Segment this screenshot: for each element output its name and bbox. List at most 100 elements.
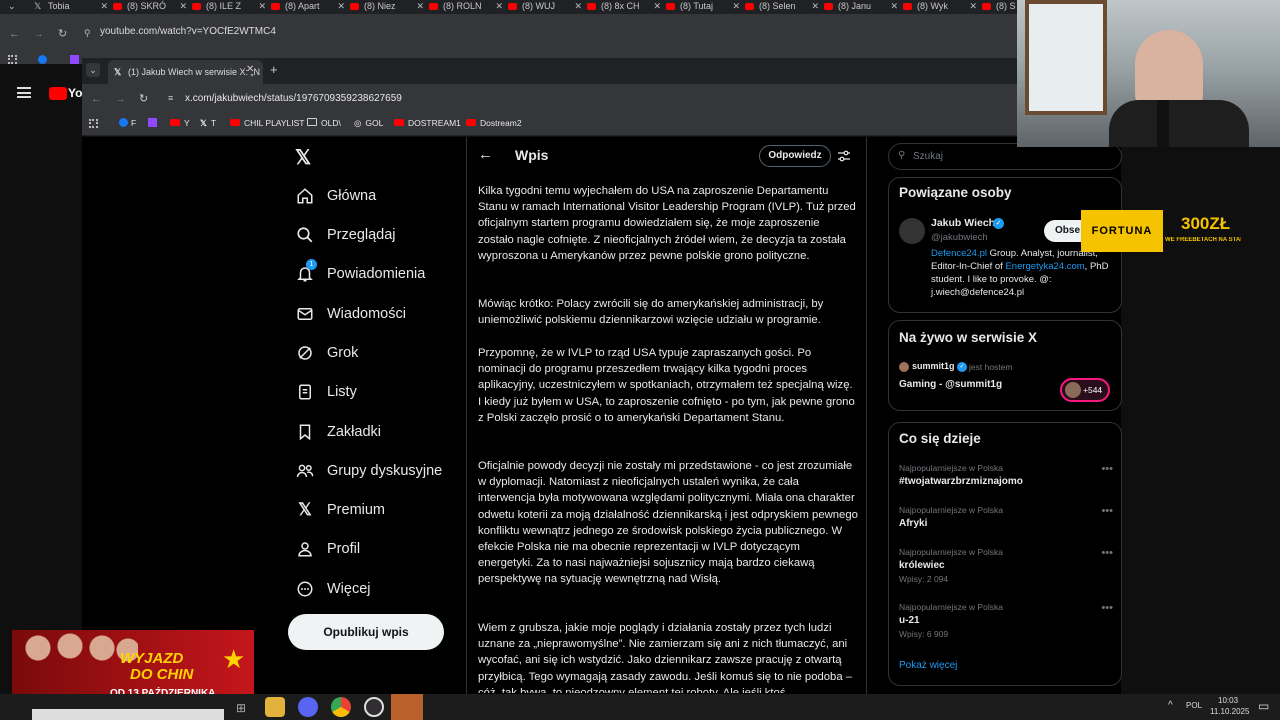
tray-date[interactable]: 11.10.2025	[1210, 707, 1249, 716]
outer-address-bar[interactable]: youtube.com/watch?v=YOCfE2WTMC4	[100, 26, 276, 37]
outer-tab[interactable]: (8) SKRÓ ✕	[111, 0, 187, 14]
youtube-logo-icon[interactable]	[49, 87, 67, 100]
outer-tab[interactable]: (8) 8x CH ✕	[585, 0, 661, 14]
taskbar-app-icon[interactable]	[391, 694, 423, 720]
taskbar-explorer-icon[interactable]	[265, 697, 285, 717]
tab-close-icon[interactable]: ✕	[969, 0, 977, 13]
outer-tab[interactable]: (8) Selen ✕	[743, 0, 819, 14]
youtube-menu-icon[interactable]	[17, 87, 31, 98]
outer-tab[interactable]: (8) ILE Z ✕	[190, 0, 266, 14]
more-options-icon[interactable]: •••	[1101, 547, 1113, 559]
post-button[interactable]: Opublikuj wpis	[288, 614, 444, 650]
bookmark-twitch[interactable]	[148, 118, 157, 128]
bookmark-dostream1[interactable]: DOSTREAM1	[394, 118, 461, 128]
taskbar-discord-icon[interactable]	[298, 697, 318, 717]
bio-link[interactable]: Energetyka24.com	[1005, 261, 1084, 272]
search-input[interactable]: Szukaj	[888, 143, 1122, 170]
nav-profile[interactable]: Profil	[296, 534, 360, 564]
bookmark-t[interactable]: 𝕏T	[200, 118, 216, 129]
back-arrow-icon[interactable]: ←	[478, 146, 493, 163]
nav-grok[interactable]: Grok	[296, 338, 358, 368]
home-icon	[296, 187, 314, 205]
tab-close-icon[interactable]: ✕	[416, 0, 424, 13]
taskbar-search[interactable]	[32, 709, 224, 720]
tray-language[interactable]: POL	[1186, 701, 1202, 710]
nav-premium[interactable]: 𝕏 Premium	[296, 495, 385, 525]
outer-tab[interactable]: (8) Tutaj ✕	[664, 0, 740, 14]
inner-tab-close-icon[interactable]: ✕	[246, 64, 254, 75]
outer-tab[interactable]: (8) WUJ ✕	[506, 0, 582, 14]
inner-apps-icon[interactable]	[89, 119, 98, 128]
taskbar-files-icon[interactable]: ⊞	[236, 701, 246, 715]
show-more-link[interactable]: Pokaż więcej	[899, 660, 957, 671]
nav-lists[interactable]: Listy	[296, 377, 357, 407]
bookmark-f[interactable]: F	[119, 118, 136, 128]
nav-notifications[interactable]: 1 Powiadomienia	[296, 259, 425, 289]
filter-icon[interactable]	[838, 149, 850, 162]
bookmark-dostream2[interactable]: Dostream2	[466, 118, 522, 128]
taskbar-chrome-icon[interactable]	[331, 697, 351, 717]
bookmark-label: CHIL PLAYLIST	[244, 118, 305, 128]
tab-close-icon[interactable]: ✕	[574, 0, 582, 13]
more-options-icon[interactable]: •••	[1101, 602, 1113, 614]
tab-close-icon[interactable]: ✕	[179, 0, 187, 13]
bookmark-y[interactable]: Y	[170, 118, 190, 128]
person-name[interactable]: Jakub Wiech	[931, 217, 995, 229]
trend-item[interactable]: Najpopularniejsze w Polska Afryki •••	[899, 505, 1113, 529]
bio-link[interactable]: Defence24.pl	[931, 248, 987, 259]
more-options-icon[interactable]: •••	[1101, 505, 1113, 517]
tab-close-icon[interactable]: ✕	[653, 0, 661, 13]
inner-site-settings-icon[interactable]: ≡	[168, 93, 173, 103]
outer-reload-icon[interactable]: ↻	[58, 27, 67, 40]
live-host[interactable]: summit1g	[912, 361, 955, 371]
reply-button[interactable]: Odpowiedz	[759, 145, 831, 167]
inner-address-bar[interactable]: x.com/jakubwiech/status/1976709359238627…	[185, 93, 402, 104]
nav-more[interactable]: Więcej	[296, 574, 371, 604]
outer-tab[interactable]: (8) Apart ✕	[269, 0, 345, 14]
trend-item[interactable]: Najpopularniejsze w Polska królewiec Wpisy…	[899, 547, 1113, 584]
tab-close-icon[interactable]: ✕	[100, 0, 108, 13]
outer-forward-icon[interactable]: →	[33, 28, 44, 40]
new-tab-icon[interactable]: +	[270, 62, 278, 77]
outer-tab[interactable]: (8) Niez ✕	[348, 0, 424, 14]
tab-close-icon[interactable]: ✕	[890, 0, 898, 13]
tab-close-icon[interactable]: ✕	[495, 0, 503, 13]
inner-back-icon[interactable]: ←	[91, 93, 102, 105]
avatar[interactable]	[899, 218, 925, 244]
taskbar-obs-icon[interactable]	[364, 697, 384, 717]
bookmark-gol[interactable]: ◎ GOL	[354, 118, 383, 129]
outer-tab-menu-icon[interactable]: ⌄	[4, 0, 24, 14]
tray-time[interactable]: 10:03	[1218, 696, 1238, 705]
bookmark-chil-playlist[interactable]: CHIL PLAYLIST	[230, 118, 304, 128]
trend-item[interactable]: Najpopularniejsze w Polska u-21 Wpisy: 6 9…	[899, 602, 1113, 639]
tray-notifications-icon[interactable]: ▭	[1258, 699, 1269, 713]
tab-close-icon[interactable]: ✕	[732, 0, 740, 13]
outer-tab[interactable]: (8) Wyk ✕	[901, 0, 977, 14]
trend-item[interactable]: Najpopularniejsze w Polska #twojatwarzbrz…	[899, 463, 1113, 487]
inner-tab-menu-icon[interactable]: ⌄	[86, 63, 100, 77]
live-listeners[interactable]: +544	[1060, 378, 1110, 402]
nav-messages[interactable]: Wiadomości	[296, 299, 406, 329]
x-home-logo-icon[interactable]: 𝕏	[295, 145, 311, 170]
outer-tab[interactable]: 𝕏 Tobia ✕	[32, 0, 108, 14]
tab-close-icon[interactable]: ✕	[258, 0, 266, 13]
tab-close-icon[interactable]: ✕	[337, 0, 345, 13]
outer-twitch-icon[interactable]	[70, 55, 79, 64]
live-name[interactable]: Gaming - @summit1g	[899, 379, 1002, 390]
nav-explore[interactable]: Przeglądaj	[296, 220, 396, 250]
outer-tab[interactable]: (8) Janu ✕	[822, 0, 898, 14]
outer-facebook-icon[interactable]	[38, 55, 47, 64]
inner-tab-active[interactable]: 𝕏 (1) Jakub Wiech w serwisie X: „N	[108, 60, 263, 84]
tray-chevron-icon[interactable]: ^	[1168, 700, 1173, 711]
nav-home[interactable]: Główna	[296, 181, 376, 211]
inner-reload-icon[interactable]: ↻	[139, 92, 148, 105]
nav-bookmarks[interactable]: Zakładki	[296, 417, 381, 447]
outer-tab[interactable]: (8) ROLN ✕	[427, 0, 503, 14]
outer-back-icon[interactable]: ←	[9, 28, 20, 40]
inner-forward-icon[interactable]: →	[115, 93, 126, 105]
outer-apps-icon[interactable]	[8, 55, 17, 64]
more-options-icon[interactable]: •••	[1101, 463, 1113, 475]
tab-close-icon[interactable]: ✕	[811, 0, 819, 13]
nav-communities[interactable]: Grupy dyskusyjne	[296, 456, 442, 486]
bookmark-old[interactable]: OLD\	[307, 118, 341, 128]
